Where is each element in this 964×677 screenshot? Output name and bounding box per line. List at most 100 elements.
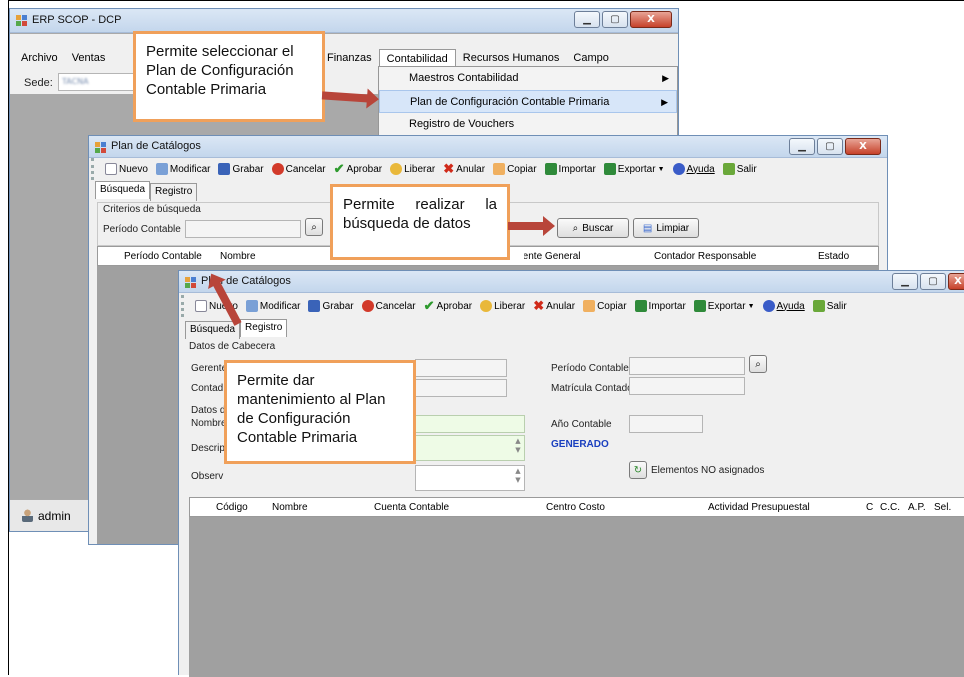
col-periodo[interactable]: Período Contable <box>124 251 202 262</box>
anio-label: Año Contable <box>551 419 612 430</box>
liberar-button[interactable]: Liberar <box>477 299 528 313</box>
period-label: Período Contable <box>103 224 181 235</box>
col-ap[interactable]: A.P. <box>908 502 926 513</box>
check-icon: ✔ <box>423 298 435 313</box>
register-grid-header: Código Nombre Cuenta Contable Centro Cos… <box>189 497 964 517</box>
user-icon <box>22 509 33 522</box>
anular-button[interactable]: ✖ Anular <box>530 297 578 315</box>
maximize-button[interactable]: ▢ <box>602 11 628 28</box>
tab-registro[interactable]: Registro <box>150 183 198 201</box>
maximize-button[interactable]: ▢ <box>920 273 946 290</box>
menu-ventas[interactable]: Ventas <box>65 49 113 67</box>
col-cc[interactable]: C.C. <box>880 502 900 513</box>
col-centro-costo[interactable]: Centro Costo <box>546 502 605 513</box>
magnifier-icon: ⌕ <box>311 221 317 233</box>
anular-button[interactable]: ✖ Anular <box>440 160 488 178</box>
toolbar: Nuevo Modificar Grabar Cancelar ✔Aprobar… <box>181 295 962 317</box>
gerente-field[interactable] <box>415 359 507 377</box>
copiar-button[interactable]: Copiar <box>490 162 539 176</box>
modificar-button[interactable]: Modificar <box>243 299 304 313</box>
minimize-button[interactable]: ▁ <box>892 273 918 290</box>
minimize-button[interactable]: ▁ <box>574 11 600 28</box>
search-tabs: Búsqueda Registro <box>95 181 198 201</box>
minimize-button[interactable]: ▁ <box>789 138 815 155</box>
buscar-button[interactable]: ⌕ Buscar <box>557 218 629 238</box>
aprobar-button[interactable]: ✔ Aprobar <box>331 160 385 178</box>
col-actividad[interactable]: Actividad Presupuestal <box>708 502 810 513</box>
matricula-field[interactable] <box>629 377 745 395</box>
col-nombre[interactable]: Nombre <box>220 251 256 262</box>
limpiar-button[interactable]: ▤ Limpiar <box>633 218 699 238</box>
col-gerente[interactable]: Gerente General <box>524 251 581 262</box>
menu-item-registro-vouchers[interactable]: Registro de Vouchers <box>379 113 677 136</box>
elementos-button[interactable]: ↻ Elementos NO asignados <box>629 461 764 479</box>
importar-button[interactable]: Importar <box>542 162 599 176</box>
ayuda-button[interactable]: Ayuda <box>670 162 718 176</box>
periodo-field[interactable] <box>629 357 745 375</box>
col-cuenta[interactable]: Cuenta Contable <box>374 502 449 513</box>
menu-item-plan-configuracion[interactable]: Plan de Configuración Contable Primaria ▶ <box>379 90 677 113</box>
menu-item-maestros[interactable]: Maestros Contabilidad ▶ <box>379 67 677 90</box>
col-contador[interactable]: Contador Responsable <box>654 251 756 262</box>
observacion-scroll[interactable]: ▲ ▼ <box>513 467 523 485</box>
tab-busqueda[interactable]: Búsqueda <box>185 321 241 339</box>
cancelar-button[interactable]: Cancelar <box>269 162 329 176</box>
contador-field[interactable] <box>415 379 507 397</box>
modificar-button[interactable]: Modificar <box>153 162 214 176</box>
help-icon <box>672 163 685 175</box>
salir-button[interactable]: Salir <box>720 162 760 176</box>
save-icon <box>308 300 321 312</box>
tab-registro[interactable]: Registro <box>240 319 288 337</box>
menu-finanzas[interactable]: Finanzas <box>320 49 379 68</box>
menubar: Archivo Ventas <box>14 49 112 67</box>
menu-archivo[interactable]: Archivo <box>14 49 65 67</box>
excel-icon <box>693 300 706 312</box>
matricula-label: Matrícula Contador <box>551 383 637 394</box>
exportar-button[interactable]: Exportar ▼ <box>691 299 758 313</box>
period-field[interactable] <box>185 220 301 238</box>
tab-busqueda[interactable]: Búsqueda <box>95 181 151 199</box>
col-sel[interactable]: Sel. <box>934 502 951 513</box>
col-nombre[interactable]: Nombre <box>272 502 308 513</box>
close-button[interactable]: X <box>630 11 672 28</box>
sede-field[interactable]: TACNA <box>58 73 138 91</box>
anio-field[interactable] <box>629 415 703 433</box>
descripcion-field[interactable] <box>415 435 525 461</box>
copiar-button[interactable]: Copiar <box>580 299 629 313</box>
nuevo-button[interactable]: Nuevo <box>102 162 151 176</box>
close-button[interactable]: X <box>948 273 964 290</box>
periodo-search-button[interactable]: ⌕ <box>749 355 767 373</box>
contabilidad-dropdown: Maestros Contabilidad ▶ Plan de Configura… <box>378 66 678 136</box>
liberar-icon <box>480 300 493 312</box>
close-button[interactable]: X <box>845 138 881 155</box>
magnifier-icon: ⌕ <box>572 222 579 234</box>
user-name: admin <box>38 509 71 523</box>
aprobar-button[interactable]: ✔ Aprobar <box>421 297 475 315</box>
catalog-search-titlebar: Plan de Catálogos ▁ ▢ X <box>89 136 887 158</box>
help-icon <box>762 300 775 312</box>
ayuda-button[interactable]: Ayuda <box>760 299 808 313</box>
col-codigo[interactable]: Código <box>216 502 248 513</box>
liberar-button[interactable]: Liberar <box>387 162 438 176</box>
observacion-field[interactable] <box>415 465 525 491</box>
nombre-field[interactable] <box>415 415 525 433</box>
cabecera-label: Datos de Cabecera <box>189 341 276 352</box>
sede-value: TACNA <box>62 77 89 86</box>
grabar-button[interactable]: Grabar <box>305 299 356 313</box>
cancel-icon <box>361 300 374 312</box>
importar-button[interactable]: Importar <box>632 299 689 313</box>
callout-select-plan: Permite seleccionar el Plan de Configura… <box>133 31 325 122</box>
copy-icon <box>583 300 596 312</box>
clear-icon: ▤ <box>642 222 653 234</box>
col-c[interactable]: C <box>866 502 873 513</box>
col-estado[interactable]: Estado <box>818 251 849 262</box>
period-search-button[interactable]: ⌕ <box>305 218 323 236</box>
periodo-label: Período Contable <box>551 363 629 374</box>
salir-button[interactable]: Salir <box>810 299 850 313</box>
cancelar-button[interactable]: Cancelar <box>359 299 419 313</box>
catalog-search-title: Plan de Catálogos <box>111 140 201 152</box>
grabar-button[interactable]: Grabar <box>215 162 266 176</box>
maximize-button[interactable]: ▢ <box>817 138 843 155</box>
exportar-button[interactable]: Exportar ▼ <box>601 162 668 176</box>
descripcion-scroll[interactable]: ▲ ▼ <box>513 437 523 455</box>
